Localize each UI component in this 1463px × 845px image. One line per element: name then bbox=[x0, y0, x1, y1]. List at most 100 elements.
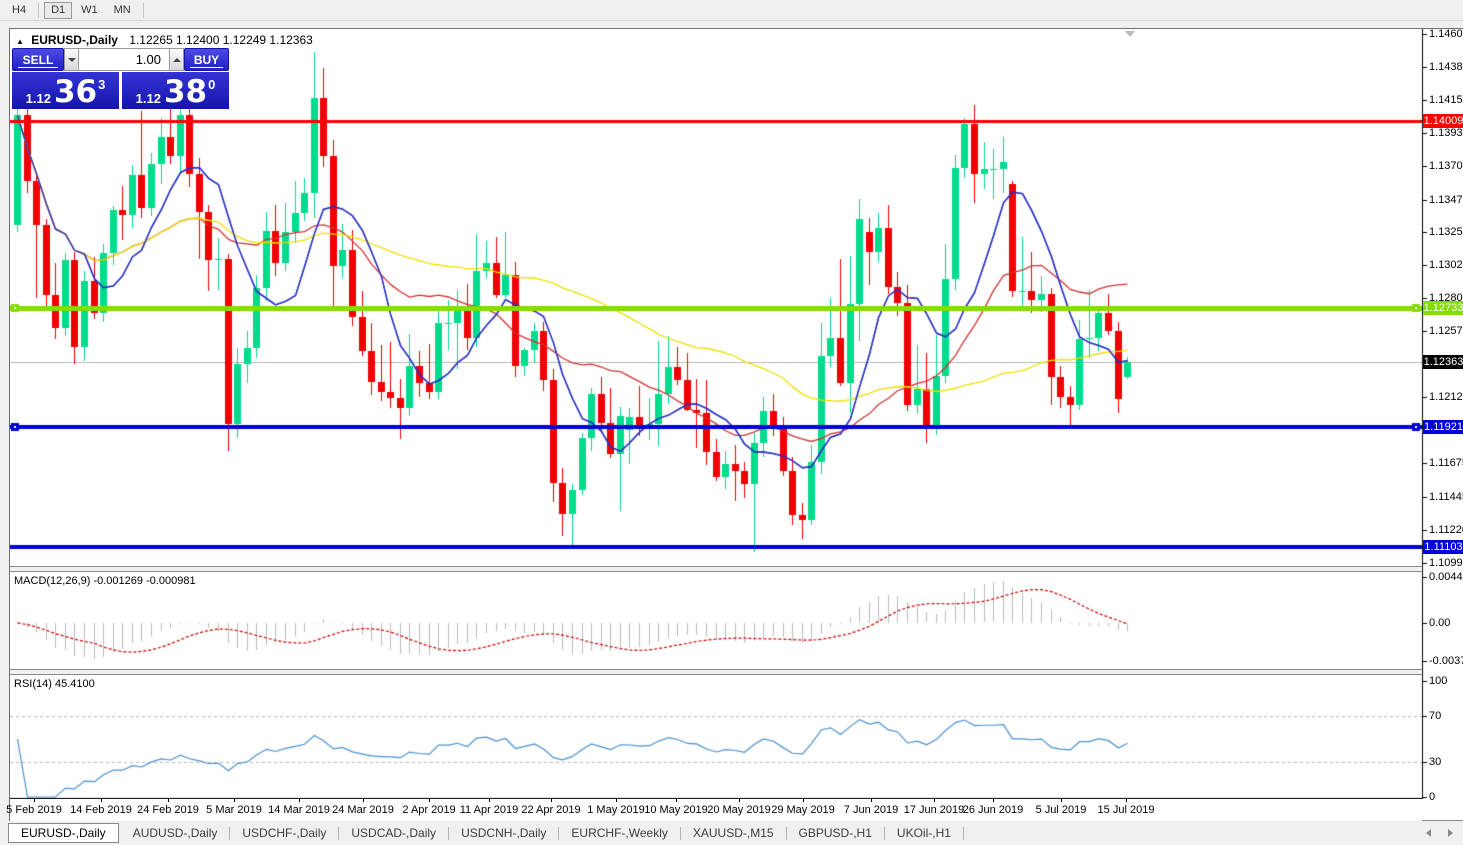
date-axis-label: 2 Apr 2019 bbox=[402, 804, 455, 816]
one-click-price-row: 1.12363 1.12380 bbox=[12, 72, 229, 109]
toolbar-separator bbox=[143, 3, 144, 18]
tab-separator bbox=[786, 827, 787, 840]
one-click-panel-toggle[interactable]: ▲ bbox=[16, 37, 24, 46]
buy-price-panel[interactable]: 1.12380 bbox=[122, 72, 229, 109]
date-tick-mark bbox=[34, 799, 35, 802]
date-tick-mark bbox=[803, 799, 804, 802]
date-tick-mark bbox=[993, 799, 994, 802]
macd-axis-label: -0.003715 bbox=[1429, 655, 1463, 667]
date-axis-label: 14 Feb 2019 bbox=[70, 804, 132, 816]
price-axis-label: 1.11675 bbox=[1429, 457, 1463, 469]
buy-button[interactable]: BUY bbox=[184, 48, 229, 71]
timeframe-button-h4[interactable]: H4 bbox=[5, 2, 33, 19]
date-tick-mark bbox=[739, 799, 740, 802]
date-axis-label: 22 Apr 2019 bbox=[521, 804, 580, 816]
macd-indicator-label: MACD(12,26,9) -0.001269 -0.000981 bbox=[14, 575, 196, 587]
date-axis-label: 26 Jun 2019 bbox=[963, 804, 1024, 816]
chart-ohlc-values: 1.12265 1.12400 1.12249 1.12363 bbox=[129, 33, 313, 47]
rsi-axis-label: 30 bbox=[1429, 756, 1441, 768]
chart-tab-gbpusd-h1[interactable]: GBPUSD-,H1 bbox=[789, 824, 882, 842]
chart-tabs: EURUSD-,DailyAUDUSD-,DailyUSDCHF-,Daily U… bbox=[0, 823, 966, 843]
tab-separator bbox=[884, 827, 885, 840]
sell-button[interactable]: SELL bbox=[12, 48, 64, 71]
triangle-left-icon bbox=[1426, 829, 1431, 837]
price-level-badge: 1.11103 bbox=[1423, 540, 1463, 554]
price-axis: 1.146051.143801.141551.139301.137051.134… bbox=[1422, 29, 1463, 799]
price-level-badge: 1.14009 bbox=[1423, 114, 1463, 128]
timeframe-button-d1[interactable]: D1 bbox=[44, 2, 72, 19]
chart-tab-eurusd-daily[interactable]: EURUSD-,Daily bbox=[8, 823, 119, 843]
chart-symbol-label: EURUSD-,Daily bbox=[31, 33, 118, 47]
chart-tab-audusd-daily[interactable]: AUDUSD-,Daily bbox=[123, 824, 228, 842]
timeframe-toolbar: H4 D1W1MN bbox=[0, 0, 1463, 21]
chart-tab-usdcad-daily[interactable]: USDCAD-,Daily bbox=[341, 824, 446, 842]
pane-separator-rsi[interactable] bbox=[10, 669, 1422, 675]
date-axis-label: 24 Feb 2019 bbox=[137, 804, 199, 816]
date-tick-mark bbox=[934, 799, 935, 802]
rsi-axis-label: 0 bbox=[1429, 791, 1435, 803]
date-axis-label: 7 Jun 2019 bbox=[844, 804, 898, 816]
pane-separator-macd[interactable] bbox=[10, 566, 1422, 572]
price-level-badge: 1.11921 bbox=[1423, 420, 1463, 434]
volume-increase-button[interactable] bbox=[169, 48, 184, 71]
price-axis-label: 1.11220 bbox=[1429, 524, 1463, 536]
date-tick-mark bbox=[429, 799, 430, 802]
chart-tab-ukoil-h1[interactable]: UKOil-,H1 bbox=[887, 824, 961, 842]
date-tick-mark bbox=[101, 799, 102, 802]
price-axis-label: 1.14155 bbox=[1429, 94, 1463, 106]
tab-scroll-left-button[interactable] bbox=[1423, 826, 1433, 840]
tab-separator bbox=[338, 827, 339, 840]
date-axis-label: 11 Apr 2019 bbox=[460, 804, 519, 816]
tab-scroll-right-button[interactable] bbox=[1445, 826, 1455, 840]
chart-title: ▲ EURUSD-,Daily 1.12265 1.12400 1.12249 … bbox=[16, 33, 313, 47]
timeframe-button-w1[interactable]: W1 bbox=[74, 2, 105, 19]
sell-price-panel[interactable]: 1.12363 bbox=[12, 72, 119, 109]
rsi-indicator-label: RSI(14) 45.4100 bbox=[14, 678, 95, 690]
date-axis-label: 15 Jul 2019 bbox=[1098, 804, 1155, 816]
tab-separator bbox=[680, 827, 681, 840]
date-tick-mark bbox=[871, 799, 872, 802]
arrow-up-icon bbox=[173, 58, 181, 62]
date-tick-mark bbox=[1126, 799, 1127, 802]
date-tick-mark bbox=[299, 799, 300, 802]
chart-tab-usdcnh-daily[interactable]: USDCNH-,Daily bbox=[451, 824, 556, 842]
chart-window: ▲ EURUSD-,Daily 1.12265 1.12400 1.12249 … bbox=[9, 28, 1463, 821]
price-axis-label: 1.13250 bbox=[1429, 226, 1463, 238]
price-axis-label: 1.12125 bbox=[1429, 391, 1463, 403]
date-axis-label: 14 Mar 2019 bbox=[268, 804, 330, 816]
price-chart-canvas[interactable] bbox=[10, 29, 1463, 799]
chart-shift-marker[interactable] bbox=[1125, 31, 1135, 37]
tab-separator bbox=[229, 827, 230, 840]
date-axis-label: 17 Jun 2019 bbox=[904, 804, 965, 816]
buy-price-pip: 0 bbox=[208, 77, 215, 92]
price-axis-label: 1.14380 bbox=[1429, 61, 1463, 73]
chart-tab-xauusd-m15[interactable]: XAUUSD-,M15 bbox=[683, 824, 784, 842]
volume-decrease-button[interactable] bbox=[64, 48, 79, 71]
date-axis-label: 1 May 2019 bbox=[587, 804, 644, 816]
macd-axis-label: 0.00 bbox=[1429, 617, 1450, 629]
date-axis-label: 20 May 2019 bbox=[707, 804, 771, 816]
toolbar-separator bbox=[38, 3, 39, 18]
price-axis-label: 1.14605 bbox=[1429, 28, 1463, 40]
date-axis-label: 10 May 2019 bbox=[644, 804, 708, 816]
sell-price-prefix: 1.12 bbox=[26, 91, 51, 106]
date-tick-mark bbox=[234, 799, 235, 802]
price-level-badge: 1.12733 bbox=[1423, 301, 1463, 315]
timeframe-button-mn[interactable]: MN bbox=[107, 2, 138, 19]
price-axis-label: 1.13025 bbox=[1429, 259, 1463, 271]
chart-tab-eurchf-weekly[interactable]: EURCHF-,Weekly bbox=[561, 824, 677, 842]
price-axis-label: 1.13475 bbox=[1429, 194, 1463, 206]
date-axis-label: 5 Feb 2019 bbox=[6, 804, 62, 816]
tab-separator bbox=[963, 827, 964, 840]
date-axis-label: 29 May 2019 bbox=[771, 804, 835, 816]
tab-scrollbar bbox=[1423, 826, 1463, 840]
date-tick-mark bbox=[551, 799, 552, 802]
volume-input[interactable] bbox=[79, 48, 169, 71]
price-axis-label: 1.10995 bbox=[1429, 557, 1463, 569]
chart-tab-usdchf-daily[interactable]: USDCHF-,Daily bbox=[232, 824, 336, 842]
sell-price-main: 36 bbox=[54, 78, 97, 106]
one-click-order-row: SELL BUY bbox=[12, 48, 229, 71]
date-tick-mark bbox=[676, 799, 677, 802]
buy-price-main: 38 bbox=[164, 78, 207, 106]
rsi-axis-label: 100 bbox=[1429, 675, 1447, 687]
